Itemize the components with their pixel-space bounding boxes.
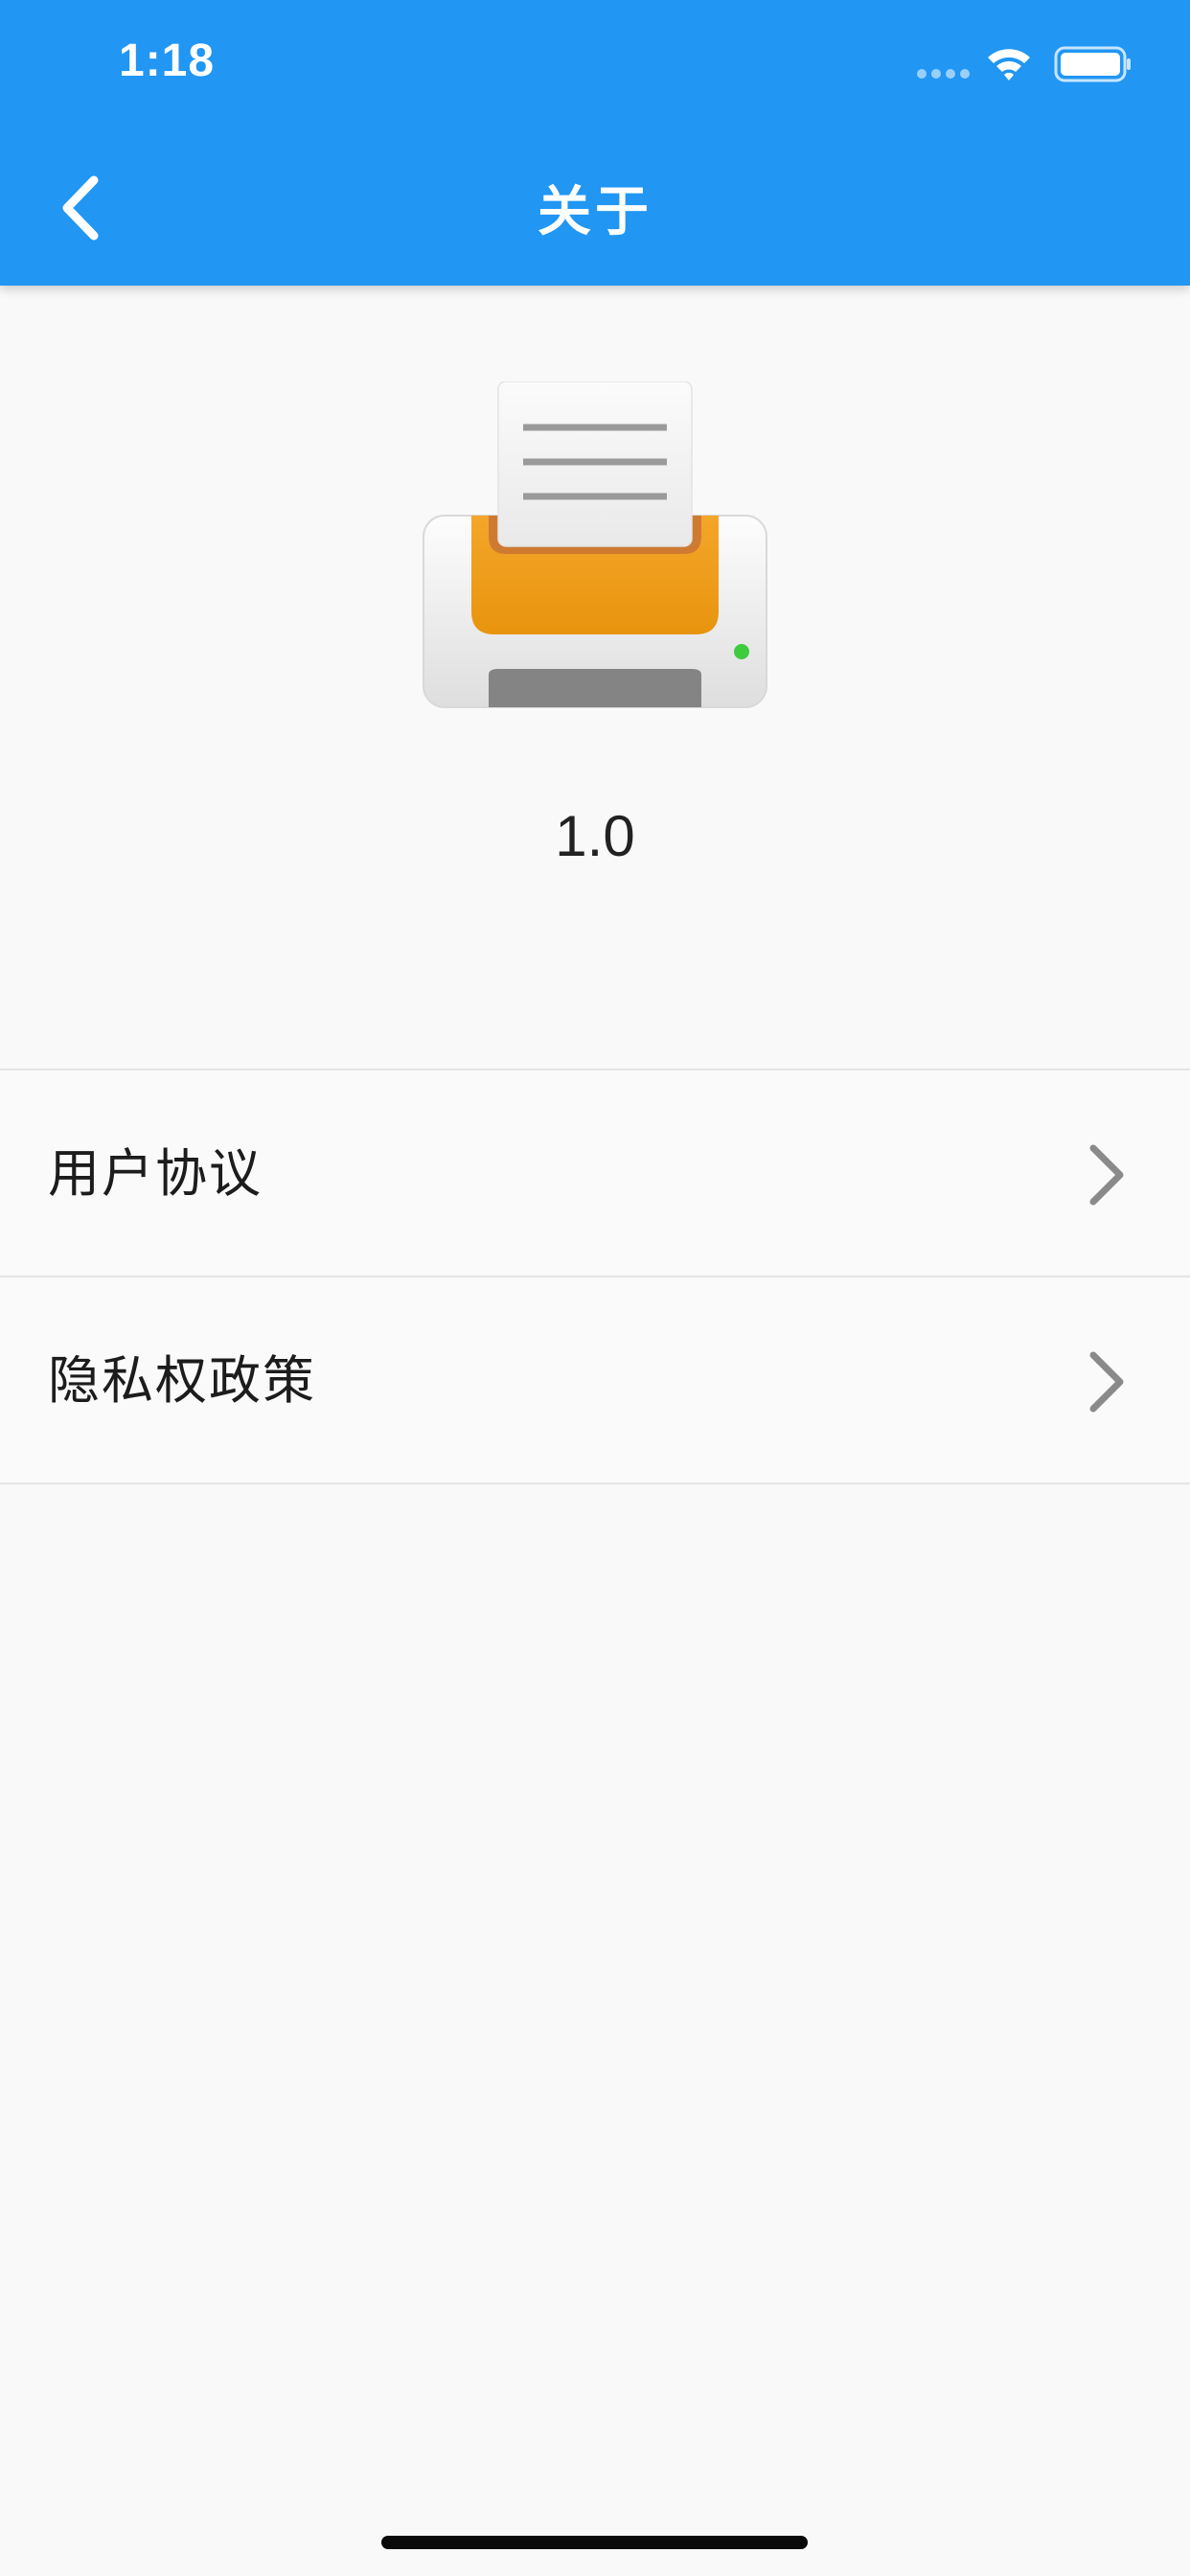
menu-item-label: 用户协议: [48, 1143, 263, 1204]
app-header: 1:18 关于: [0, 0, 1190, 286]
printer-icon: [423, 381, 767, 708]
wifi-icon: [988, 49, 1030, 80]
menu-item-label: 隐私权政策: [48, 1350, 316, 1411]
user-agreement-item[interactable]: 用户协议: [0, 1070, 1190, 1277]
app-version: 1.0: [555, 804, 635, 868]
chevron-right-icon: [1089, 1351, 1124, 1413]
cellular-signal-icon: [917, 69, 971, 80]
privacy-policy-item[interactable]: 隐私权政策: [0, 1277, 1190, 1484]
battery-icon: [1054, 46, 1131, 82]
status-time: 1:18: [119, 35, 216, 86]
page-title: 关于: [538, 181, 652, 243]
home-indicator[interactable]: [381, 2536, 808, 2549]
settings-menu: 用户协议 隐私权政策: [0, 1069, 1190, 1484]
chevron-right-icon: [1089, 1144, 1124, 1206]
